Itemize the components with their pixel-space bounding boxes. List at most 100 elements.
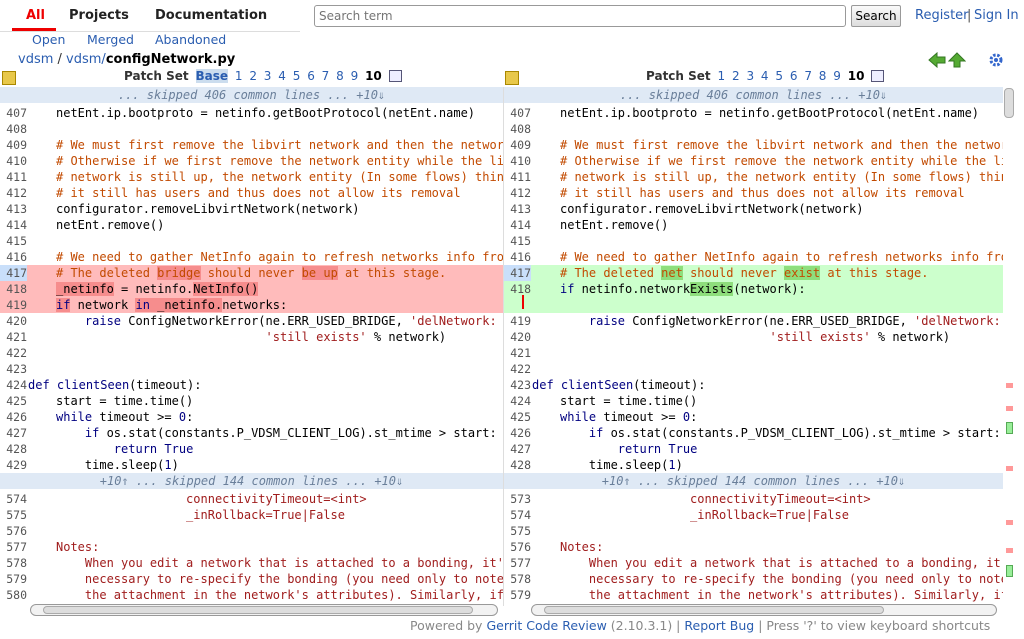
line-number[interactable]: 423 [0,361,27,377]
diff-pane-right[interactable]: ... skipped 406 common lines ... +10⇓ 407… [503,87,1003,606]
diff-line[interactable]: 409 # We must first remove the libvirt ne… [0,137,503,153]
sign-in-link[interactable]: Sign In [974,8,1019,23]
diff-line[interactable]: 420 'still exists' % network) [504,329,1003,345]
diff-line[interactable]: 576 Notes: [504,539,1003,555]
diff-line[interactable]: 407 netEnt.ip.bootproto = netinfo.getBoot… [504,105,1003,121]
line-number[interactable]: 574 [0,491,27,507]
line-number[interactable]: 420 [0,313,27,329]
patchset-5[interactable]: 5 [293,69,301,83]
diff-line[interactable]: 574 connectivityTimeout=<int> [0,491,503,507]
diff-line[interactable]: 409 # We must first remove the libvirt ne… [504,137,1003,153]
diff-line[interactable]: 411 # network is still up, the network en… [504,169,1003,185]
diff-line[interactable]: 579 necessary to re-specify the bonding … [0,571,503,587]
patchset-9[interactable]: 9 [833,69,841,83]
line-number[interactable]: 576 [0,523,27,539]
diff-line[interactable]: 424 start = time.time() [504,393,1003,409]
diff-line[interactable]: 577 When you edit a network that is atta… [504,555,1003,571]
diff-line[interactable]: 418 _netinfo = netinfo.NetInfo() [0,281,503,297]
gerrit-link[interactable]: Gerrit Code Review [486,618,606,633]
diff-line[interactable]: 417 # The deleted bridge should never be … [0,265,503,281]
diff-line[interactable]: 420 raise ConfigNetworkError(ne.ERR_USED… [0,313,503,329]
patchset-8[interactable]: 8 [819,69,827,83]
patchset-3[interactable]: 3 [264,69,272,83]
line-number[interactable]: 428 [0,441,27,457]
line-number[interactable]: 579 [504,587,531,603]
diff-line[interactable]: 427 return True [504,441,1003,457]
line-number[interactable]: 422 [504,361,531,377]
skipped-lines-bar[interactable]: +10⇑ ... skipped 144 common lines ... +1… [0,473,503,489]
line-number[interactable]: 422 [0,345,27,361]
skipped-lines-text[interactable]: ... skipped 406 common lines ... +10⇓ [504,87,1003,103]
line-number[interactable]: 408 [504,121,531,137]
line-number[interactable]: 426 [504,425,531,441]
line-number[interactable]: 424 [504,393,531,409]
diff-line[interactable]: 413 configurator.removeLibvirtNetwork(net… [504,201,1003,217]
line-number[interactable]: 416 [0,249,27,265]
diff-line[interactable]: 422 [0,345,503,361]
diff-line[interactable]: 578 necessary to re-specify the bonding … [504,571,1003,587]
line-number[interactable]: 413 [0,201,27,217]
diff-line[interactable]: 422 [504,361,1003,377]
menu-all[interactable]: All [26,8,45,23]
submenu-merged[interactable]: Merged [87,32,134,47]
overview-marker-deleted[interactable] [1006,466,1013,471]
patchset-4[interactable]: 4 [278,69,286,83]
patchset-1[interactable]: 1 [235,69,243,83]
patchset-10[interactable]: 10 [365,69,382,83]
line-number[interactable]: 417 [0,265,27,281]
line-number[interactable]: 418 [504,281,531,297]
line-number[interactable]: 574 [504,507,531,523]
line-number[interactable]: 427 [504,441,531,457]
line-number[interactable]: 421 [0,329,27,345]
patchset-6[interactable]: 6 [307,69,315,83]
search-input[interactable] [314,5,846,27]
download-icon[interactable] [388,70,402,82]
skipped-lines-text[interactable]: +10⇑ ... skipped 144 common lines ... +1… [504,473,1003,489]
diff-line[interactable]: 579 the attachment in the network's attr… [504,587,1003,603]
scrollbar-thumb[interactable] [544,606,884,614]
line-number[interactable]: 408 [0,121,27,137]
overview-marker-deleted[interactable] [1006,520,1013,525]
line-number[interactable]: 411 [504,169,531,185]
horizontal-scrollbar-right[interactable] [531,604,997,616]
submenu-abandoned[interactable]: Abandoned [155,32,226,47]
register-link[interactable]: Register [915,8,969,23]
line-number[interactable]: 411 [0,169,27,185]
diff-line[interactable]: 423 [0,361,503,377]
diff-line[interactable]: 578 When you edit a network that is atta… [0,555,503,571]
diff-line[interactable]: 429 time.sleep(1) [0,457,503,473]
line-number[interactable]: 420 [504,329,531,345]
download-icon[interactable] [871,70,885,82]
diff-line[interactable]: 408 [0,121,503,137]
line-number[interactable]: 417 [504,265,531,281]
line-number[interactable]: 415 [504,233,531,249]
diff-line[interactable]: 415 [0,233,503,249]
line-number[interactable]: 409 [504,137,531,153]
line-number[interactable]: 575 [504,523,531,539]
patchset-6[interactable]: 6 [790,69,798,83]
line-number[interactable]: 426 [0,409,27,425]
overview-marker-added[interactable] [1006,422,1013,434]
line-number[interactable]: 416 [504,249,531,265]
line-number[interactable]: 573 [504,491,531,507]
patchset-2[interactable]: 2 [732,69,740,83]
line-number[interactable]: 414 [0,217,27,233]
diff-line[interactable]: 421 'still exists' % network) [0,329,503,345]
patchset-9[interactable]: 9 [351,69,359,83]
report-bug-link[interactable]: Report Bug [684,618,754,633]
diff-line[interactable]: 410 # Otherwise if we first remove the ne… [504,153,1003,169]
diff-line[interactable]: 574 _inRollback=True|False [504,507,1003,523]
line-number[interactable]: 429 [0,457,27,473]
line-number[interactable]: 421 [504,345,531,361]
menu-projects[interactable]: Projects [69,8,129,23]
line-number[interactable]: 575 [0,507,27,523]
diff-line[interactable]: 414 netEnt.remove() [504,217,1003,233]
line-number[interactable]: 418 [0,281,27,297]
line-number[interactable]: 413 [504,201,531,217]
diff-line[interactable]: 575 [504,523,1003,539]
diff-pane-left[interactable]: ... skipped 406 common lines ... +10⇓ 407… [0,87,503,606]
diff-line[interactable]: 408 [504,121,1003,137]
line-number[interactable]: 581 [0,603,27,606]
skipped-lines-text[interactable]: +10⇑ ... skipped 144 common lines ... +1… [0,473,503,489]
diff-line[interactable]: 416 # We need to gather NetInfo again to … [504,249,1003,265]
